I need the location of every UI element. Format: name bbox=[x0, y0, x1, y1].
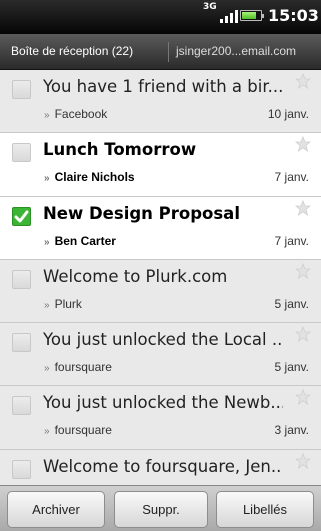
checkbox-checked[interactable] bbox=[12, 206, 31, 226]
message-row[interactable]: You just unlocked the Local ... » foursqua… bbox=[0, 323, 321, 387]
network-type: 3G bbox=[203, 2, 217, 12]
message-subject: Welcome to foursquare, Jen... bbox=[43, 456, 283, 476]
star-icon[interactable] bbox=[294, 326, 312, 343]
archive-button[interactable]: Archiver bbox=[7, 491, 105, 528]
star-icon[interactable] bbox=[294, 72, 312, 89]
message-sender: » Facebook bbox=[44, 107, 107, 121]
checkbox[interactable] bbox=[12, 396, 31, 416]
checkbox[interactable] bbox=[12, 269, 31, 289]
checkbox[interactable] bbox=[12, 143, 31, 163]
clock: 15:03 bbox=[268, 6, 319, 25]
sender-arrow-icon: » bbox=[44, 363, 50, 375]
message-sender: » foursquare bbox=[44, 423, 112, 437]
battery-level-fill bbox=[242, 12, 256, 19]
message-date: 3 janv. bbox=[274, 423, 309, 438]
sender-arrow-icon: » bbox=[44, 426, 50, 438]
star-icon[interactable] bbox=[294, 199, 312, 216]
message-subject: Lunch Tomorrow bbox=[43, 140, 197, 160]
message-sender: » Claire Nichols bbox=[44, 170, 135, 184]
bottom-toolbar: Archiver Suppr. Libellés bbox=[0, 485, 321, 531]
message-row[interactable]: New Design Proposal » Ben Carter 7 janv. bbox=[0, 196, 321, 260]
message-row[interactable]: You have 1 friend with a bir... » Facebook… bbox=[0, 70, 321, 134]
checkmark-icon bbox=[14, 210, 29, 223]
message-sender: » Plurk bbox=[44, 297, 82, 311]
message-row[interactable]: Welcome to foursquare, Jen...»foursquare… bbox=[0, 449, 321, 485]
message-subject: Welcome to Plurk.com bbox=[43, 266, 228, 286]
sender-name: Claire Nichols bbox=[54, 170, 135, 185]
account-email[interactable]: jsinger200...email.com bbox=[176, 44, 296, 58]
star-icon[interactable] bbox=[294, 262, 312, 279]
signal-icon bbox=[220, 9, 238, 23]
message-date: 5 janv. bbox=[274, 360, 309, 375]
message-list[interactable]: You have 1 friend with a bir... » Facebook… bbox=[0, 70, 321, 485]
sender-name: foursquare bbox=[54, 360, 112, 375]
star-icon[interactable] bbox=[294, 389, 312, 406]
sender-arrow-icon: » bbox=[44, 236, 50, 248]
sender-arrow-icon: » bbox=[44, 110, 50, 121]
message-subject: New Design Proposal bbox=[43, 203, 240, 223]
message-sender: » Ben Carter bbox=[44, 234, 116, 248]
sender-name: foursquare bbox=[54, 423, 112, 438]
message-subject: You have 1 friend with a bir... bbox=[43, 77, 283, 96]
account-bar[interactable]: Boîte de réception (22) jsinger200...ema… bbox=[0, 34, 321, 70]
status-bar: 3G 15:03 bbox=[0, 0, 321, 34]
checkbox[interactable] bbox=[12, 333, 31, 353]
battery-icon bbox=[240, 10, 264, 21]
message-date: 10 janv. bbox=[267, 107, 309, 121]
sender-name: Ben Carter bbox=[54, 233, 116, 248]
message-date: 7 janv. bbox=[274, 233, 309, 248]
message-sender: » foursquare bbox=[44, 360, 112, 374]
message-subject: You just unlocked the Newb... bbox=[43, 393, 283, 413]
labels-button[interactable]: Libellés bbox=[216, 491, 314, 528]
sender-name: Plurk bbox=[54, 296, 82, 311]
sender-name: Facebook bbox=[54, 107, 108, 121]
checkbox[interactable] bbox=[12, 80, 31, 99]
star-icon[interactable] bbox=[294, 136, 312, 153]
message-date: 5 janv. bbox=[274, 296, 309, 311]
message-row[interactable]: Welcome to Plurk.com » Plurk 5 janv. bbox=[0, 259, 321, 324]
message-row[interactable]: Lunch Tomorrow » Claire Nichols 7 janv. bbox=[0, 133, 321, 197]
message-subject: You just unlocked the Local ... bbox=[43, 330, 283, 350]
message-date: 7 janv. bbox=[274, 170, 309, 185]
star-icon[interactable] bbox=[294, 452, 312, 469]
folder-name[interactable]: Boîte de réception (22) bbox=[11, 44, 133, 58]
sender-arrow-icon: » bbox=[44, 173, 50, 185]
sender-arrow-icon: » bbox=[44, 299, 50, 311]
message-row[interactable]: You just unlocked the Newb... » foursquare… bbox=[0, 386, 321, 450]
checkbox[interactable] bbox=[12, 459, 31, 479]
divider bbox=[168, 42, 169, 62]
delete-button[interactable]: Suppr. bbox=[114, 491, 208, 528]
